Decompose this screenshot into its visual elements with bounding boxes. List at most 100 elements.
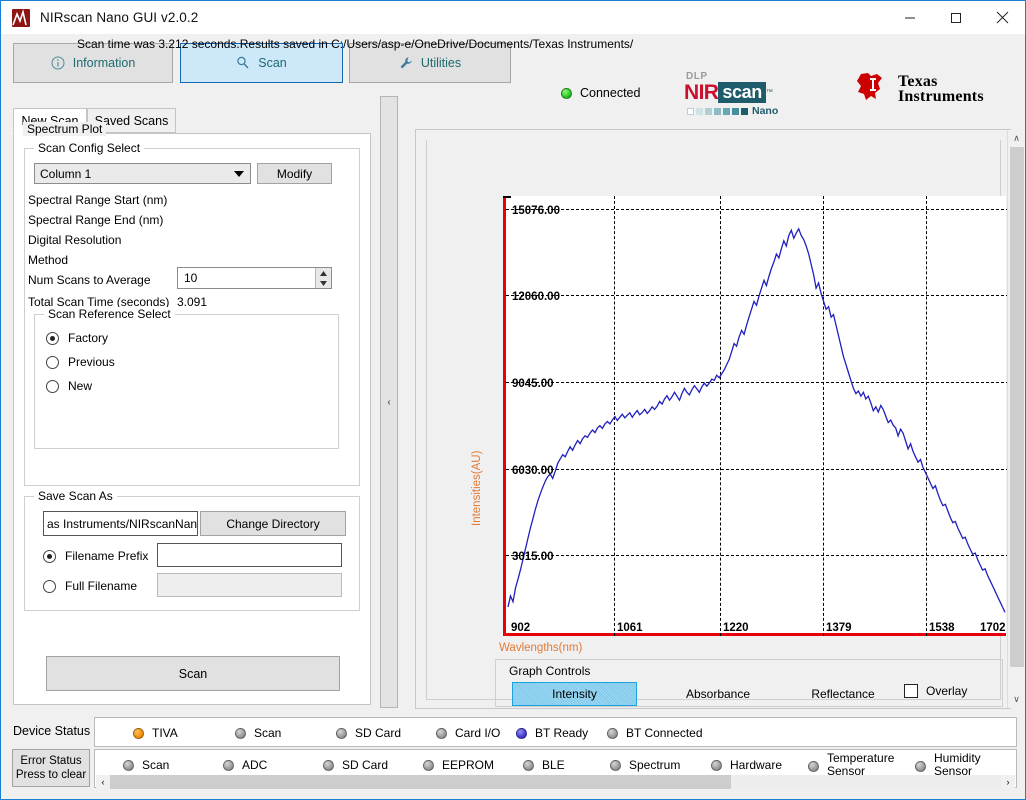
device-status-label-tiva: TIVA [152, 726, 178, 740]
device-status-label-btready: BT Ready [535, 726, 589, 740]
plot-panel-scrollbar[interactable]: ∧ ∨ [1007, 130, 1024, 708]
connection-status: Connected [561, 86, 640, 100]
radio-new-label: New [68, 379, 93, 393]
radio-factory[interactable]: Factory [46, 331, 108, 345]
button-absorbance[interactable]: Absorbance [668, 682, 768, 706]
radio-filename-prefix-icon [43, 549, 56, 563]
radio-filename-prefix[interactable]: Filename Prefix [43, 549, 148, 563]
overlay-checkbox-icon [904, 684, 918, 698]
radio-factory-label: Factory [68, 331, 109, 345]
led-icon-error-temperature [808, 761, 819, 772]
radio-full-filename[interactable]: Full Filename [43, 579, 137, 593]
error-status-item-adc: ADC [223, 758, 267, 772]
error-status-clear-button[interactable]: Error Status Press to clear [12, 749, 90, 787]
error-status-item-hardware: Hardware [711, 758, 782, 772]
magnifier-icon [236, 56, 250, 70]
radio-full-filename-label: Full Filename [65, 579, 138, 593]
device-status-item-cardio: Card I/O [436, 726, 500, 740]
device-status-item-sdcard: SD Card [336, 726, 401, 740]
error-status-label-scan: Scan [142, 758, 170, 772]
button-intensity-label: Intensity [552, 687, 597, 701]
label-spectral-range-start: Spectral Range Start (nm) [28, 193, 168, 207]
device-status-label-cardio: Card I/O [455, 726, 501, 740]
scroll-right-icon[interactable]: › [1001, 775, 1015, 789]
save-scan-as-group-label: Save Scan As [34, 489, 117, 503]
label-digital-resolution: Digital Resolution [28, 233, 122, 247]
info-icon [51, 56, 65, 70]
filename-prefix-input[interactable] [157, 543, 342, 567]
logo-tm-text: ™ [765, 89, 773, 96]
minimize-button[interactable] [887, 2, 933, 34]
num-scans-stepper[interactable]: 10 [177, 267, 332, 289]
spinner-down-icon[interactable] [316, 278, 331, 288]
radio-previous-icon [46, 355, 59, 369]
led-icon-error-spectrum [610, 759, 621, 771]
connection-status-label: Connected [580, 86, 641, 100]
error-status-label-adc: ADC [242, 758, 268, 772]
scrollbar-thumb[interactable] [1010, 147, 1024, 667]
ti-wordmark: Texas Instruments [898, 73, 984, 104]
logo-square-1 [687, 107, 694, 115]
directory-input[interactable]: as Instruments/NIRscanNano [43, 511, 198, 536]
led-icon-error-scan [123, 759, 134, 771]
close-button[interactable] [979, 2, 1025, 34]
radio-new[interactable]: New [46, 379, 92, 393]
device-status-item-scan: Scan [235, 726, 281, 740]
error-status-label-line1: Error Status [20, 755, 82, 767]
ytick-label-12060: 12060.00 [512, 291, 560, 303]
led-icon-scan [235, 727, 246, 739]
radio-full-filename-icon [43, 579, 56, 593]
scan-config-dropdown[interactable]: Column 1 [34, 163, 251, 184]
spectrum-plot-group-label: Spectrum Plot [23, 122, 107, 136]
error-status-scrollbar[interactable]: ‹ › [96, 775, 1015, 789]
scroll-left-icon[interactable]: ‹ [96, 775, 110, 789]
led-icon-error-adc [223, 759, 234, 771]
spinner-up-icon[interactable] [316, 268, 331, 278]
change-directory-label: Change Directory [226, 516, 320, 531]
device-status-label-scan: Scan [254, 726, 282, 740]
radio-previous[interactable]: Previous [46, 355, 115, 369]
num-scans-spinner-buttons[interactable] [315, 268, 331, 288]
scroll-down-icon[interactable]: ∨ [1008, 691, 1025, 708]
maximize-button[interactable] [933, 2, 979, 34]
panel-collapse-splitter[interactable]: ‹ [380, 96, 398, 708]
full-filename-input[interactable] [157, 573, 342, 597]
scan-button[interactable]: Scan [46, 656, 340, 691]
logo-square-5 [723, 107, 730, 115]
device-status-label-btconnected: BT Connected [626, 726, 703, 740]
ytick-label-15076: 15076.00 [512, 205, 560, 217]
change-directory-button[interactable]: Change Directory [200, 511, 346, 536]
error-status-item-spectrum: Spectrum [610, 758, 680, 772]
connection-led-icon [561, 87, 572, 99]
device-status-item-tiva: TIVA [133, 726, 178, 740]
xtick-label-902: 902 [511, 622, 531, 634]
scan-config-group-label: Scan Config Select [34, 141, 145, 155]
xtick-label-1702: 1702 [980, 622, 1006, 634]
error-status-label-line2: Press to clear [15, 769, 87, 781]
logo-nano-text: Nano [752, 105, 779, 117]
modify-button[interactable]: Modify [257, 163, 332, 184]
label-method: Method [28, 253, 69, 267]
chevron-down-icon [234, 171, 244, 177]
button-intensity[interactable]: Intensity [512, 682, 637, 706]
chart-plot-area[interactable]: 15076.00 12060.00 9045.00 6030.00 3015.0… [503, 196, 1009, 636]
window-title: NIRscan Nano GUI v2.0.2 [40, 10, 199, 25]
logo-square-6 [732, 107, 739, 115]
spectrum-chart: 15076.00 12060.00 9045.00 6030.00 3015.0… [471, 196, 1009, 654]
overlay-label: Overlay [926, 684, 968, 698]
tab-utilities-label: Utilities [420, 56, 462, 70]
logo-square-2 [696, 107, 703, 115]
device-status-item-btready: BT Ready [516, 726, 588, 740]
status-area: Device Status Error Status Press to clea… [1, 713, 1025, 799]
scrollbar-thumb-horizontal[interactable] [110, 775, 731, 789]
checkbox-overlay[interactable]: Overlay [904, 684, 967, 698]
error-status-label-spectrum: Spectrum [629, 758, 681, 772]
ytick-label-6030: 6030.00 [512, 465, 554, 477]
error-status-item-ble: BLE [523, 758, 565, 772]
button-reflectance[interactable]: Reflectance [793, 682, 893, 706]
scroll-up-icon[interactable]: ∧ [1008, 130, 1025, 147]
window-controls [887, 2, 1025, 34]
application-window: NIRscan Nano GUI v2.0.2 Information Scan… [0, 0, 1026, 800]
radio-new-icon [46, 379, 59, 393]
logo-main: NIR scan ™ [684, 82, 796, 103]
